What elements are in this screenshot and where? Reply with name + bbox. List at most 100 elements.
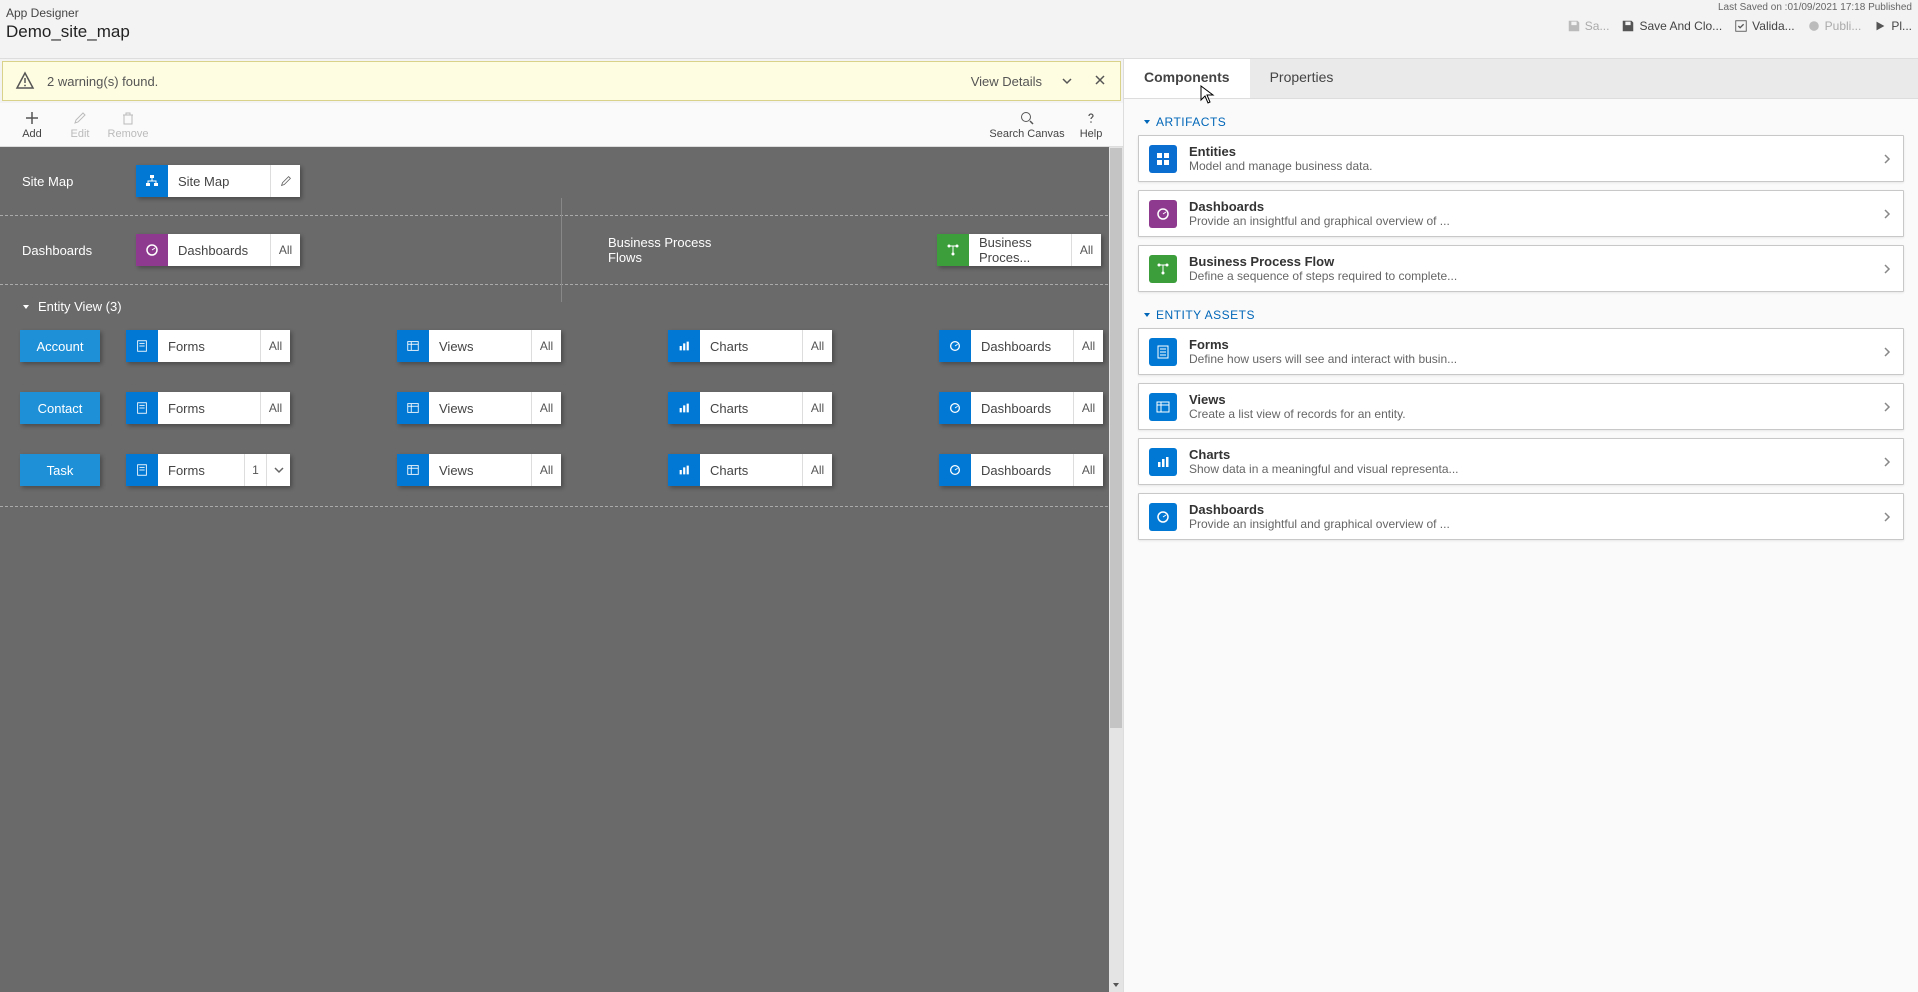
last-saved-label: Last Saved on :01/09/2021 17:18 Publishe… [1718, 2, 1912, 13]
canvas: Site Map Site Map Dashboards Dashboards [0, 147, 1123, 992]
chevron-right-icon [1881, 511, 1893, 523]
warning-icon [15, 71, 35, 91]
save-button[interactable]: Sa... [1567, 19, 1610, 33]
tab-properties[interactable]: Properties [1250, 59, 1918, 98]
charts-icon [668, 330, 700, 362]
validate-button[interactable]: Valida... [1734, 19, 1794, 33]
account-forms-tile[interactable]: Forms All [126, 330, 290, 362]
tab-components[interactable]: Components [1124, 59, 1250, 98]
right-pane: Components Properties ARTIFACTS Entities… [1124, 59, 1918, 992]
chevron-right-icon [1881, 263, 1893, 275]
group-entity-assets[interactable]: ENTITY ASSETS [1138, 300, 1904, 328]
search-icon [1019, 110, 1035, 126]
account-views-tile[interactable]: Views All [397, 330, 561, 362]
component-dashboards[interactable]: Dashboards Provide an insightful and gra… [1138, 190, 1904, 237]
warning-bar: 2 warning(s) found. View Details [2, 61, 1121, 101]
account-dashboards-tile[interactable]: Dashboards All [939, 330, 1103, 362]
save-and-close-button[interactable]: Save And Clo... [1621, 19, 1722, 33]
task-forms-tile[interactable]: Forms 1 [126, 454, 290, 486]
contact-views-tile[interactable]: Views All [397, 392, 561, 424]
charts-icon [668, 392, 700, 424]
close-icon[interactable] [1094, 74, 1108, 88]
view-details-link[interactable]: View Details [971, 74, 1042, 89]
component-bpf[interactable]: Business Process Flow Define a sequence … [1138, 245, 1904, 292]
caret-down-icon [1142, 117, 1152, 127]
views-icon [1149, 393, 1177, 421]
app-title: App Designer [6, 6, 130, 20]
validate-icon [1734, 19, 1748, 33]
component-views[interactable]: Views Create a list view of records for … [1138, 383, 1904, 430]
app-name: Demo_site_map [6, 22, 130, 42]
dashboard-icon [1149, 200, 1177, 228]
task-views-tile[interactable]: Views All [397, 454, 561, 486]
account-charts-tile[interactable]: Charts All [668, 330, 832, 362]
chevron-right-icon [1881, 208, 1893, 220]
warning-text: 2 warning(s) found. [47, 74, 959, 89]
bpf-tile[interactable]: Business Proces... All [937, 234, 1101, 266]
plus-icon [24, 110, 40, 126]
task-dashboards-tile[interactable]: Dashboards All [939, 454, 1103, 486]
add-button[interactable]: Add [8, 110, 56, 140]
play-button[interactable]: Pl... [1873, 19, 1912, 33]
entity-row-contact: Contact Forms All Views All [20, 392, 1103, 424]
sitemap-tile[interactable]: Site Map [136, 165, 300, 197]
forms-icon [1149, 338, 1177, 366]
task-forms-count[interactable]: 1 [244, 454, 266, 486]
component-dashboards-asset[interactable]: Dashboards Provide an insightful and gra… [1138, 493, 1904, 540]
chevron-down-icon[interactable] [1060, 74, 1074, 88]
task-charts-tile[interactable]: Charts All [668, 454, 832, 486]
publish-button[interactable]: Publi... [1807, 19, 1862, 33]
group-artifacts[interactable]: ARTIFACTS [1138, 107, 1904, 135]
sitemap-edit-icon[interactable] [270, 165, 300, 197]
views-icon [397, 330, 429, 362]
dashboard-icon [939, 454, 971, 486]
chevron-right-icon [1881, 153, 1893, 165]
dashboard-icon [939, 392, 971, 424]
bpf-count[interactable]: All [1071, 234, 1101, 266]
component-entities[interactable]: Entities Model and manage business data. [1138, 135, 1904, 182]
scrollbar-vertical[interactable] [1109, 147, 1123, 992]
dashboards-tile[interactable]: Dashboards All [136, 234, 300, 266]
component-charts[interactable]: Charts Show data in a meaningful and vis… [1138, 438, 1904, 485]
task-forms-dropdown[interactable] [266, 454, 290, 486]
dashboard-icon [1149, 503, 1177, 531]
dashboard-icon [939, 330, 971, 362]
contact-forms-tile[interactable]: Forms All [126, 392, 290, 424]
bpf-label: Business Process Flows [608, 235, 738, 265]
forms-icon [126, 454, 158, 486]
help-icon [1083, 110, 1099, 126]
sitemap-icon [136, 165, 168, 197]
play-icon [1873, 19, 1887, 33]
pencil-icon [72, 110, 88, 126]
contact-charts-tile[interactable]: Charts All [668, 392, 832, 424]
remove-button: Remove [104, 110, 152, 140]
bpf-icon [937, 234, 969, 266]
dashboard-icon [136, 234, 168, 266]
chevron-right-icon [1881, 346, 1893, 358]
trash-icon [120, 110, 136, 126]
save-close-icon [1621, 19, 1635, 33]
scroll-down-icon[interactable] [1109, 978, 1123, 992]
entity-row-task: Task Forms 1 Views All [20, 454, 1103, 486]
canvas-toolbar: Add Edit Remove Search Canvas Help [0, 103, 1123, 147]
forms-icon [126, 392, 158, 424]
dashboards-bpf-section: Dashboards Dashboards All Business Proce… [0, 216, 1123, 285]
charts-icon [668, 454, 700, 486]
right-tabs: Components Properties [1124, 59, 1918, 99]
help-button[interactable]: Help [1067, 110, 1115, 140]
entity-chip-task[interactable]: Task [20, 454, 100, 486]
contact-dashboards-tile[interactable]: Dashboards All [939, 392, 1103, 424]
entities-icon [1149, 145, 1177, 173]
header: App Designer Demo_site_map Last Saved on… [0, 0, 1918, 58]
charts-icon [1149, 448, 1177, 476]
sitemap-label: Site Map [22, 174, 112, 189]
scrollbar-thumb[interactable] [1110, 148, 1122, 728]
publish-icon [1807, 19, 1821, 33]
component-forms[interactable]: Forms Define how users will see and inte… [1138, 328, 1904, 375]
entity-chip-account[interactable]: Account [20, 330, 100, 362]
save-icon [1567, 19, 1581, 33]
dashboards-count[interactable]: All [270, 234, 300, 266]
dashboards-label: Dashboards [22, 243, 112, 258]
entity-chip-contact[interactable]: Contact [20, 392, 100, 424]
search-canvas-button[interactable]: Search Canvas [987, 110, 1067, 140]
